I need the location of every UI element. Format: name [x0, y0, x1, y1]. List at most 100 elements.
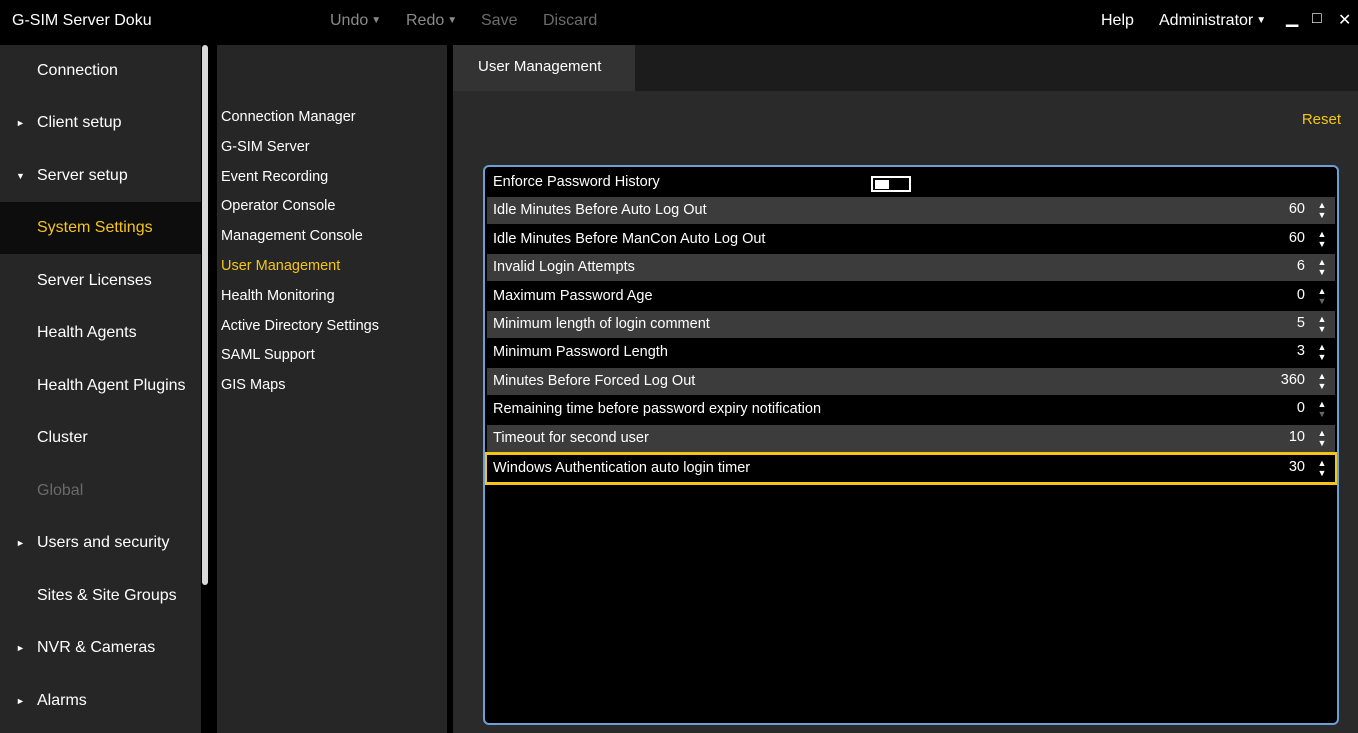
spin-up-icon[interactable]: ▲ [1317, 200, 1327, 210]
setting-row-windows-auth-timer[interactable]: Windows Authentication auto login timer … [485, 452, 1337, 485]
sub-item-operator-console[interactable]: Operator Console [221, 198, 335, 214]
sub-item-health-monitoring[interactable]: Health Monitoring [221, 288, 335, 304]
sub-item-connection-manager[interactable]: Connection Manager [221, 109, 356, 125]
setting-row-enforce-password-history[interactable]: Enforce Password History [487, 169, 1335, 196]
spin-down-icon[interactable]: ▼ [1317, 468, 1327, 478]
spin-up-icon[interactable]: ▲ [1317, 229, 1327, 239]
discard-button[interactable]: Discard [543, 12, 597, 30]
minimize-icon[interactable]: ▁ [1286, 8, 1298, 28]
nav-item-global: Global [0, 465, 201, 517]
spin-down-icon[interactable]: ▼ [1317, 381, 1327, 391]
setting-value[interactable]: 60 [1289, 201, 1305, 217]
spin-up-icon[interactable]: ▲ [1317, 428, 1327, 438]
setting-value[interactable]: 360 [1281, 372, 1305, 388]
redo-button[interactable]: Redo ▼ [406, 12, 457, 30]
setting-row-idle-mancon[interactable]: Idle Minutes Before ManCon Auto Log Out … [487, 226, 1335, 253]
nav-item-users-and-security[interactable]: ► Users and security [0, 517, 201, 569]
nav-item-label: Server setup [37, 167, 128, 184]
spin-down-icon[interactable]: ▼ [1317, 210, 1327, 220]
user-menu[interactable]: Administrator ▼ [1159, 12, 1266, 30]
setting-row-forced-log-out[interactable]: Minutes Before Forced Log Out 360 ▲ ▼ [487, 368, 1335, 395]
setting-name: Minimum length of login comment [493, 316, 710, 332]
close-icon[interactable]: ✕ [1338, 10, 1351, 30]
setting-row-password-expiry-notification[interactable]: Remaining time before password expiry no… [487, 396, 1335, 423]
spin-down-icon[interactable]: ▼ [1317, 267, 1327, 277]
setting-value[interactable]: 60 [1289, 230, 1305, 246]
tab-user-management[interactable]: User Management [453, 45, 635, 91]
nav-item-label: System Settings [37, 219, 153, 236]
setting-row-second-user-timeout[interactable]: Timeout for second user 10 ▲ ▼ [487, 425, 1335, 452]
setting-row-min-login-comment[interactable]: Minimum length of login comment 5 ▲ ▼ [487, 311, 1335, 338]
sub-item-gis-maps[interactable]: GIS Maps [221, 377, 285, 393]
setting-value[interactable]: 3 [1297, 343, 1305, 359]
spin-up-icon[interactable]: ▲ [1317, 257, 1327, 267]
reset-button[interactable]: Reset [1302, 111, 1341, 128]
undo-button[interactable]: Undo ▼ [330, 12, 381, 30]
setting-row-min-password-length[interactable]: Minimum Password Length 3 ▲ ▼ [487, 339, 1335, 366]
nav-item-system-settings[interactable]: System Settings [0, 202, 201, 254]
spin-down-icon[interactable]: ▼ [1317, 239, 1327, 249]
setting-row-idle-minutes[interactable]: Idle Minutes Before Auto Log Out 60 ▲ ▼ [487, 197, 1335, 224]
sub-item-g-sim-server[interactable]: G-SIM Server [221, 139, 310, 155]
sub-item-management-console[interactable]: Management Console [221, 228, 363, 244]
setting-row-invalid-login-attempts[interactable]: Invalid Login Attempts 6 ▲ ▼ [487, 254, 1335, 281]
spin-up-icon[interactable]: ▲ [1317, 342, 1327, 352]
nav-item-client-setup[interactable]: ► Client setup [0, 97, 201, 149]
nav-scrollbar[interactable] [202, 45, 208, 585]
nav-item-label: Health Agents [37, 324, 137, 341]
spin-down-icon[interactable]: ▼ [1317, 438, 1327, 448]
undo-caret-icon[interactable]: ▼ [371, 15, 381, 26]
title-bar: G-SIM Server Doku Undo ▼ Redo ▼ Save Disca… [0, 0, 1358, 45]
spin-up-icon[interactable]: ▲ [1317, 399, 1327, 409]
nav-item-server-setup[interactable]: ▼ Server setup [0, 150, 201, 202]
nav-item-server-licenses[interactable]: Server Licenses [0, 255, 201, 307]
setting-value[interactable]: 0 [1297, 400, 1305, 416]
nav-item-health-agents[interactable]: Health Agents [0, 307, 201, 359]
spin-down-icon[interactable]: ▼ [1317, 352, 1327, 362]
spinner[interactable]: ▲ ▼ [1317, 314, 1327, 334]
sub-item-active-directory-settings[interactable]: Active Directory Settings [221, 318, 379, 334]
setting-value[interactable]: 0 [1297, 287, 1305, 303]
spinner[interactable]: ▲ ▼ [1317, 342, 1327, 362]
spin-up-icon[interactable]: ▲ [1317, 314, 1327, 324]
left-nav: Connection ► Client setup ▼ Server setup S… [0, 45, 201, 733]
nav-item-alarms[interactable]: ► Alarms [0, 675, 201, 727]
setting-row-max-password-age[interactable]: Maximum Password Age 0 ▲ ▼ [487, 283, 1335, 310]
nav-item-label: Client setup [37, 114, 122, 131]
setting-value[interactable]: 6 [1297, 258, 1305, 274]
spin-up-icon[interactable]: ▲ [1317, 286, 1327, 296]
spinner[interactable]: ▲ ▼ [1317, 428, 1327, 448]
enforce-history-toggle[interactable] [871, 176, 911, 192]
spin-up-icon[interactable]: ▲ [1317, 458, 1327, 468]
expand-arrow-icon: ► [16, 538, 25, 548]
nav-item-health-agent-plugins[interactable]: Health Agent Plugins [0, 360, 201, 412]
maximize-icon[interactable]: □ [1312, 10, 1322, 28]
setting-name: Windows Authentication auto login timer [493, 460, 751, 476]
sub-item-user-management[interactable]: User Management [221, 258, 340, 274]
setting-value[interactable]: 30 [1289, 459, 1305, 475]
nav-item-sites-site-groups[interactable]: Sites & Site Groups [0, 570, 201, 622]
spinner[interactable]: ▲ ▼ [1317, 229, 1327, 249]
nav-item-nvr-cameras[interactable]: ► NVR & Cameras [0, 622, 201, 674]
save-button[interactable]: Save [481, 12, 517, 30]
spinner[interactable]: ▲ ▼ [1317, 200, 1327, 220]
redo-caret-icon[interactable]: ▼ [447, 15, 457, 26]
setting-value[interactable]: 5 [1297, 315, 1305, 331]
spinner[interactable]: ▲ ▼ [1317, 257, 1327, 277]
user-name: Administrator [1159, 12, 1254, 29]
nav-item-cluster[interactable]: Cluster [0, 412, 201, 464]
user-caret-icon: ▼ [1256, 15, 1267, 26]
sub-item-saml-support[interactable]: SAML Support [221, 347, 315, 363]
spin-up-icon[interactable]: ▲ [1317, 371, 1327, 381]
expand-arrow-icon: ► [16, 118, 25, 128]
spinner[interactable]: ▲ ▼ [1317, 371, 1327, 391]
spin-down-icon[interactable]: ▼ [1317, 324, 1327, 334]
spinner[interactable]: ▲ ▼ [1317, 458, 1327, 478]
nav-item-connection[interactable]: Connection [0, 45, 201, 97]
spinner[interactable]: ▲ ▼ [1317, 286, 1327, 306]
help-button[interactable]: Help [1101, 12, 1134, 30]
sub-item-event-recording[interactable]: Event Recording [221, 169, 328, 185]
spinner[interactable]: ▲ ▼ [1317, 399, 1327, 419]
setting-value[interactable]: 10 [1289, 429, 1305, 445]
setting-name: Idle Minutes Before ManCon Auto Log Out [493, 231, 766, 247]
